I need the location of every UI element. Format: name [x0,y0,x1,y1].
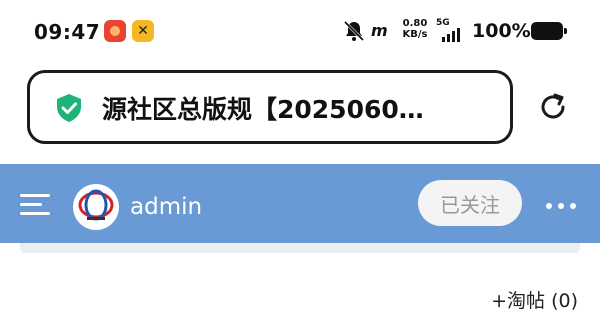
page-title: 源社区总版规【2025060… [102,95,424,124]
yellow-tool-app-icon: ✕ [132,20,154,42]
site-logo-icon [78,189,114,221]
status-time: 09:47 [34,20,101,44]
network-speed-value: 0.80 [402,18,428,29]
menu-icon[interactable] [20,194,52,216]
more-options-icon[interactable] [546,203,576,209]
battery-icon [531,22,567,40]
network-speed: 0.80 KB/s [400,18,430,40]
network-type-label: 5G [436,18,450,28]
bell-off-icon [343,20,365,42]
status-bar: 09:47 ✕ m 0.80 KB/s 5G 100% [0,0,600,64]
network-speed-unit: KB/s [402,29,428,40]
reload-icon[interactable] [536,90,570,124]
red-app-icon [104,20,126,42]
add-favorite-link[interactable]: +淘帖 (0) [491,286,578,313]
battery-percent: 100% [472,20,531,42]
hd-badge: m [371,21,388,40]
signal-icon: 5G [436,18,468,44]
secure-shield-icon [57,94,81,122]
username[interactable]: admin [130,194,202,220]
avatar[interactable] [73,184,119,230]
content-divider [20,243,580,253]
follow-button[interactable]: 已关注 [418,180,522,226]
address-bar[interactable]: 源社区总版规【2025060… [27,70,513,144]
